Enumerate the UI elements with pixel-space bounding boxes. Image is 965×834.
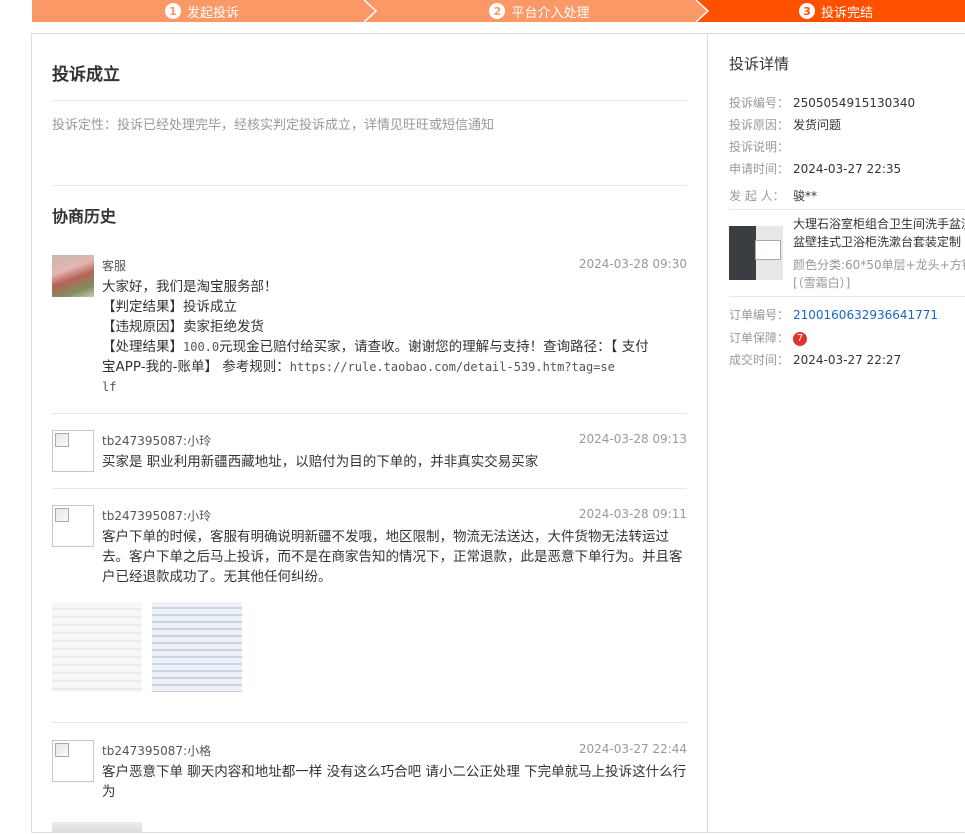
message-line: 宝APP-我的-账单】 参考规则：https://rule.taobao.com…	[102, 357, 687, 377]
complaint-number: 投诉编号： 2505054915130340	[729, 95, 915, 111]
product-sku-cont: [（雪霜白）]	[793, 276, 851, 290]
step-label: 平台介入处理	[511, 5, 590, 21]
avatar	[52, 740, 94, 782]
history-message: 客服 2024-03-28 09:30 大家好，我们是淘宝服务部！ 【判定结果】…	[52, 255, 687, 405]
product-sku: 颜色分类:60*50单层+龙头+方镜	[793, 258, 965, 272]
field-value: 2505054915130340	[793, 96, 916, 110]
tmall-guarantee-icon: 7	[793, 331, 807, 346]
field-label: 申请时间：	[729, 162, 790, 176]
message-content: 客户恶意下单 聊天内容和地址都一样 没有这么巧合吧 请小二公正处理 下完单就马上…	[102, 764, 687, 800]
message-text: 宝APP-我的-账单】 参考规则：	[102, 359, 290, 375]
result-description: 投诉定性：投诉已经处理完毕，经核实判定投诉成立，详情见旺旺或短信通知	[52, 118, 495, 133]
step-number: 3	[798, 3, 815, 19]
step-label: 发起投诉	[186, 5, 239, 21]
deal-time: 成交时间： 2024-03-27 22:27	[729, 352, 901, 368]
message-time: 2024-03-28 09:30	[578, 257, 687, 271]
main-column: 投诉成立 投诉定性：投诉已经处理完毕，经核实判定投诉成立，详情见旺旺或短信通知 …	[32, 34, 708, 832]
divider	[52, 413, 687, 414]
divider	[52, 488, 687, 489]
field-value: 2024-03-27 22:27	[793, 353, 902, 367]
field-label: 投诉原因：	[729, 118, 790, 132]
complaint-explain: 投诉说明：	[729, 139, 793, 155]
message-sender: tb247395087:小格	[102, 744, 212, 758]
message-time: 2024-03-28 09:11	[578, 507, 687, 521]
order-number: 订单编号： 2100160632936641771	[729, 307, 938, 323]
history-title: 协商历史	[52, 207, 117, 226]
step-number: 2	[489, 3, 506, 19]
message-line: 大家好，我们是淘宝服务部！	[102, 279, 278, 295]
step-platform: 2 平台介入处理	[372, 0, 707, 22]
message-content: 大家好，我们是淘宝服务部！ 【判定结果】投诉成立 【违规原因】卖家拒绝发货 【处…	[102, 277, 687, 397]
attachment-thumbnail[interactable]	[52, 602, 142, 692]
message-line: 【处理结果】100.0元现金已赔付给买家，请查收。谢谢您的理解与支持！查询路径：…	[102, 337, 687, 357]
field-label: 成交时间：	[729, 353, 790, 367]
field-value: 2024-03-27 22:35	[793, 162, 902, 176]
apply-time: 申请时间： 2024-03-27 22:35	[729, 161, 901, 177]
product-title-cont[interactable]: 盆壁挂式卫浴柜洗漱台套装定制	[793, 233, 961, 251]
step-number: 1	[164, 3, 181, 19]
message-sender: 客服	[102, 259, 127, 273]
field-label: 订单保障：	[729, 331, 790, 345]
step-separator-icon	[696, 0, 720, 22]
message-time: 2024-03-27 22:44	[578, 742, 687, 756]
divider	[52, 722, 687, 723]
field-label: 投诉编号：	[729, 96, 790, 110]
complaint-reason: 投诉原因： 发货问题	[729, 117, 841, 133]
field-label: 投诉说明：	[729, 140, 790, 154]
rule-link[interactable]: https://rule.taobao.com/detail-539.htm?t…	[290, 360, 615, 374]
divider	[729, 296, 965, 297]
avatar	[52, 505, 94, 547]
attachment-thumbnail[interactable]	[152, 602, 242, 692]
order-number-link[interactable]: 2100160632936641771	[793, 308, 938, 322]
message-time: 2024-03-28 09:13	[578, 432, 687, 446]
message-line: 【违规原因】卖家拒绝发货	[102, 319, 264, 335]
divider	[52, 100, 687, 101]
field-label: 订单编号：	[729, 308, 790, 322]
step-initiate: 1 发起投诉	[32, 0, 372, 22]
divider	[729, 209, 965, 210]
message-content: 买家是 职业利用新疆西藏地址，以赔付为目的下单的，并非真实交易买家	[102, 454, 539, 470]
product-title[interactable]: 大理石浴室柜组合卫生间洗手盆洗	[793, 215, 965, 233]
initiator: 发 起 人： 骏**	[729, 188, 817, 204]
divider	[52, 185, 687, 186]
field-value: 发货问题	[793, 118, 842, 132]
rule-link-cont[interactable]: lf	[102, 380, 116, 394]
field-label: 发 起 人：	[729, 189, 785, 203]
order-guarantee: 订单保障： 7	[729, 330, 807, 346]
step-label: 投诉完结	[820, 5, 873, 21]
product-image[interactable]	[729, 226, 783, 280]
complaint-panel: 投诉成立 投诉定性：投诉已经处理完毕，经核实判定投诉成立，详情见旺旺或短信通知 …	[31, 33, 965, 833]
field-value: 骏**	[793, 189, 818, 203]
step-complete: 3 投诉完结	[707, 0, 965, 22]
step-separator-icon	[363, 0, 378, 22]
message-content: 客户下单的时候，客服有明确说明新疆不发哦，地区限制，物流无法送达，大件货物无法转…	[102, 529, 683, 585]
compensation-amount: 100.0	[183, 340, 220, 354]
history-message: tb247395087:小玲 2024-03-28 09:11 客户下单的时候，…	[52, 505, 687, 705]
progress-steps: 1 发起投诉 2 平台介入处理 3 投诉完结	[32, 0, 965, 22]
message-text: 【处理结果】	[102, 339, 183, 355]
message-sender: tb247395087:小玲	[102, 434, 212, 448]
detail-panel: 投诉详情 投诉编号： 2505054915130340 投诉原因： 发货问题 投诉说…	[709, 34, 965, 832]
result-title: 投诉成立	[52, 65, 120, 85]
avatar	[52, 255, 94, 297]
message-line: 【判定结果】投诉成立	[102, 299, 237, 315]
message-line: lf	[102, 377, 687, 397]
message-sender: tb247395087:小玲	[102, 509, 212, 523]
attachment-thumbnail[interactable]	[52, 822, 142, 832]
detail-title: 投诉详情	[729, 55, 790, 73]
message-text: 元现金已赔付给买家，请查收。谢谢您的理解与支持！查询路径：【 支付	[219, 339, 649, 355]
history-message: tb247395087:小玲 2024-03-28 09:13 买家是 职业利用…	[52, 430, 687, 480]
avatar	[52, 430, 94, 472]
history-message: tb247395087:小格 2024-03-27 22:44 客户恶意下单 聊…	[52, 740, 687, 834]
